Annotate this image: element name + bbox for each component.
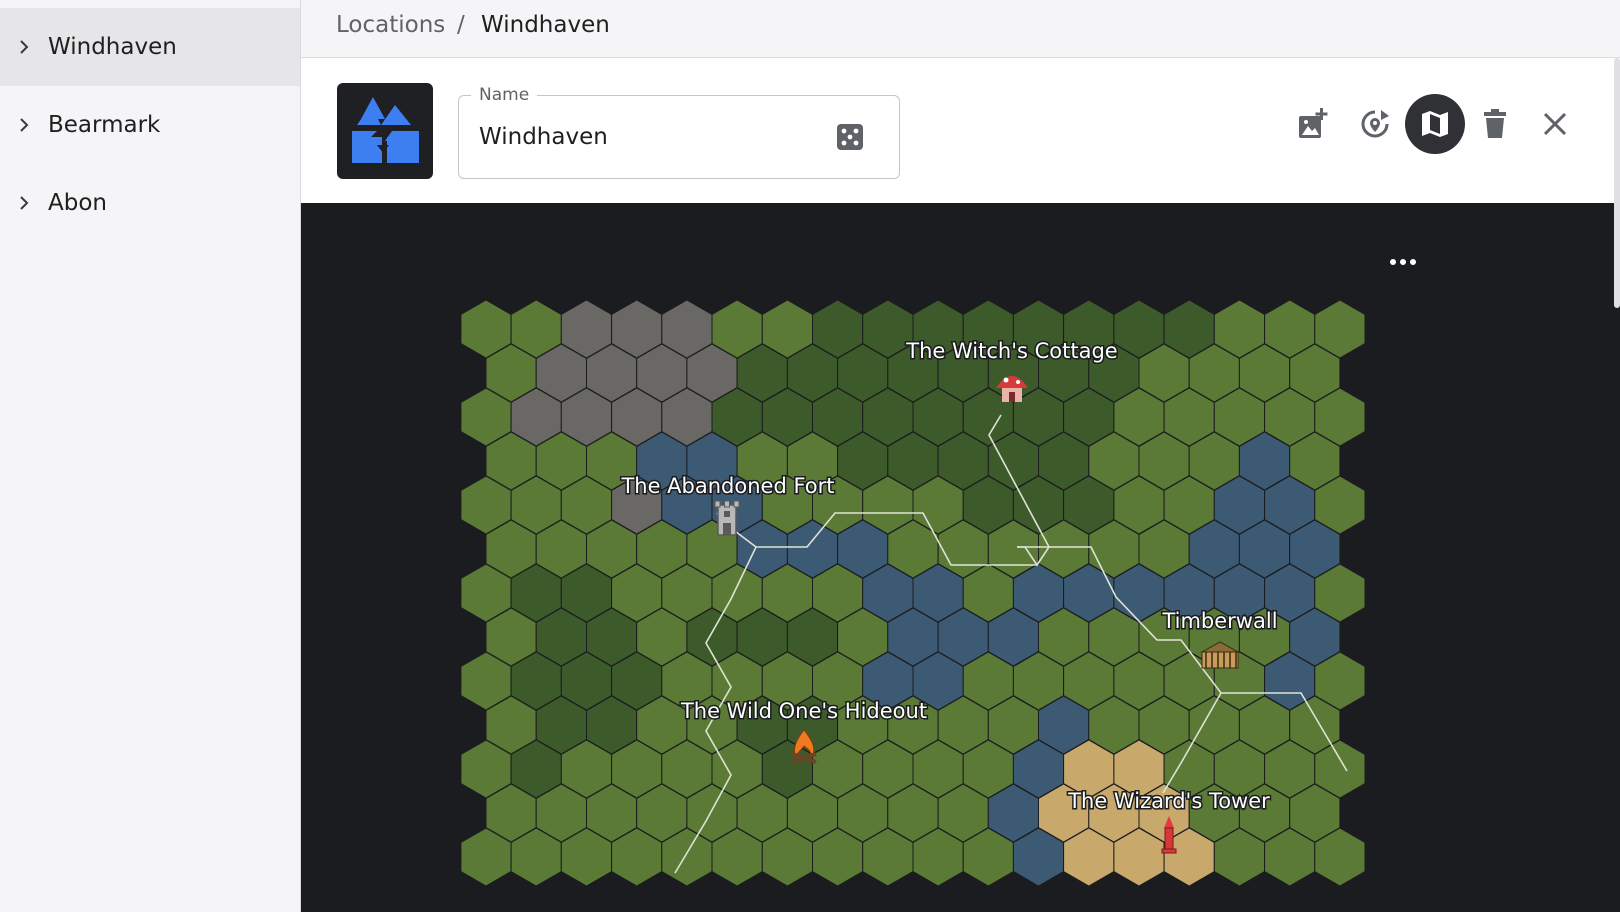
sidebar: Windhaven Bearmark Abon	[0, 0, 301, 912]
location-icon[interactable]	[337, 83, 433, 179]
map-location-label[interactable]: Timberwall	[1160, 608, 1279, 635]
sidebar-item-bearmark[interactable]: Bearmark	[0, 86, 300, 164]
trash-icon	[1484, 109, 1506, 138]
chevron-right-icon	[20, 40, 29, 54]
map-button[interactable]	[1405, 94, 1465, 154]
map-icon	[1422, 111, 1448, 137]
add-image-icon	[1299, 108, 1328, 138]
close-icon	[1543, 112, 1567, 136]
name-input[interactable]	[479, 120, 799, 154]
mountains-castle-icon	[352, 97, 419, 163]
rotate-pin-button[interactable]	[1345, 94, 1405, 154]
map-location-label[interactable]: The Wild One's Hideout	[678, 698, 928, 725]
map-location-label[interactable]: The Wizard's Tower	[1066, 788, 1272, 815]
sidebar-item-label: Windhaven	[48, 34, 177, 60]
delete-button[interactable]	[1465, 94, 1525, 154]
sidebar-item-label: Bearmark	[48, 112, 161, 138]
tower-icon[interactable]	[714, 500, 740, 536]
sidebar-item-abon[interactable]: Abon	[0, 164, 300, 242]
scrollbar[interactable]	[1614, 58, 1620, 308]
chevron-right-icon	[20, 196, 29, 210]
chevron-right-icon	[20, 118, 29, 132]
sidebar-item-windhaven[interactable]: Windhaven	[0, 8, 300, 86]
rotate-pin-icon	[1361, 110, 1389, 138]
breadcrumb-current: Windhaven	[481, 12, 610, 38]
sidebar-item-label: Abon	[48, 190, 107, 216]
name-field: Name	[458, 85, 900, 179]
name-field-label: Name	[471, 85, 538, 105]
breadcrumb-separator: /	[457, 12, 465, 38]
close-button[interactable]	[1525, 94, 1585, 154]
map-panel[interactable]: The Witch's Cottage The Abandoned Fort Tim…	[301, 203, 1620, 912]
map-location-label[interactable]: The Witch's Cottage	[904, 338, 1119, 365]
map-location-label[interactable]: The Abandoned Fort	[619, 473, 836, 500]
breadcrumb-root-link[interactable]: Locations	[336, 12, 445, 38]
location-header: Name	[301, 58, 1620, 203]
dice-icon[interactable]	[835, 122, 865, 152]
breadcrumb: Locations / Windhaven	[301, 0, 1620, 58]
add-image-button[interactable]	[1283, 94, 1343, 154]
hex-map[interactable]: The Witch's Cottage The Abandoned Fort Tim…	[301, 203, 1620, 912]
